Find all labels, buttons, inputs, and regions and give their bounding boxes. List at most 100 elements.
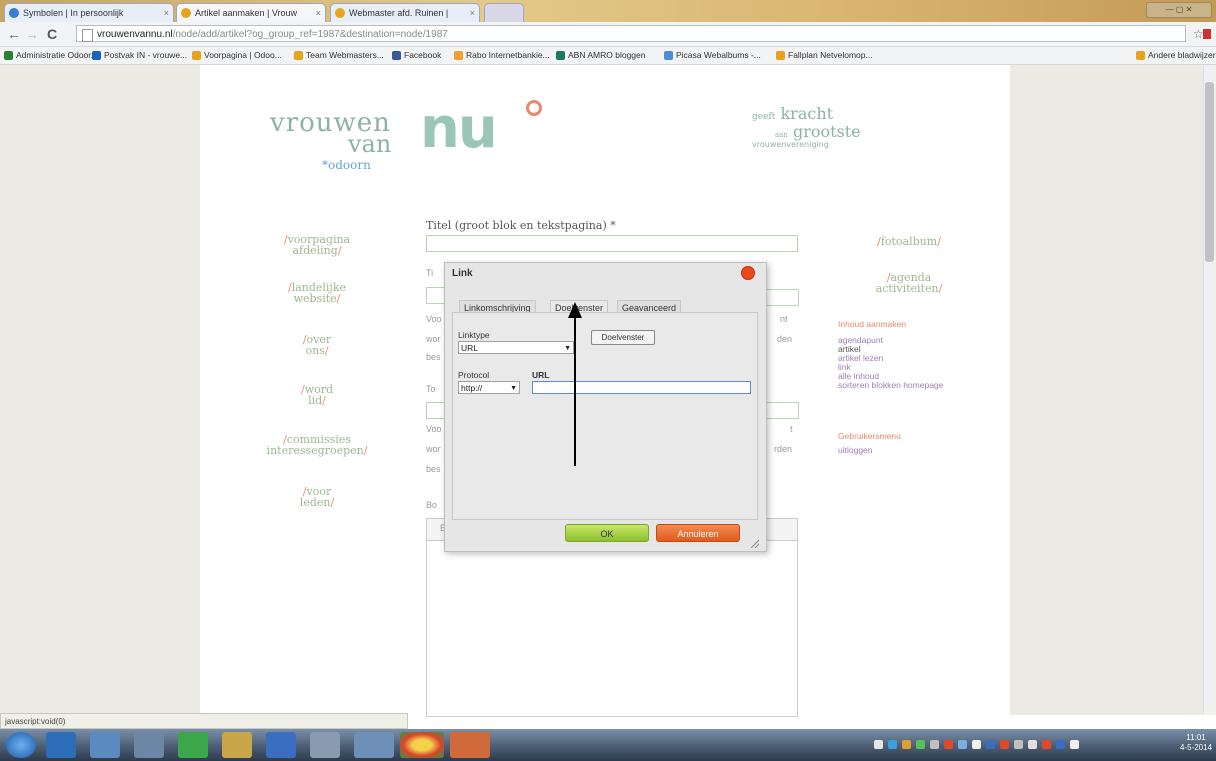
bookmark-item[interactable]: Team Webmasters...	[294, 49, 384, 62]
browser-toolbar: ← → C vrouwenvannu.nl/node/add/artikel?o…	[0, 22, 1216, 47]
start-button[interactable]	[6, 732, 36, 758]
bookmark-item[interactable]: Facebook	[392, 49, 441, 62]
address-bar[interactable]: vrouwenvannu.nl/node/add/artikel?og_grou…	[76, 25, 1186, 42]
tab-favicon-icon	[335, 8, 345, 18]
close-icon[interactable]: ×	[164, 4, 169, 22]
new-tab-button[interactable]	[484, 3, 524, 22]
title-input[interactable]	[426, 235, 798, 252]
help-text-fragment: t	[790, 424, 793, 434]
tray-icon[interactable]	[972, 740, 981, 749]
bookmark-item[interactable]: Fallplan Netvelomop...	[776, 49, 873, 62]
tray-icon[interactable]	[930, 740, 939, 749]
site-logo-nu[interactable]: nu	[420, 96, 498, 161]
nav-landelijke-website[interactable]: /landelijke website/	[262, 282, 372, 304]
taskbar-app-icon[interactable]	[134, 732, 164, 758]
tray-icon[interactable]	[944, 740, 953, 749]
help-text-fragment: Voo	[426, 314, 442, 324]
close-icon[interactable]: ×	[316, 4, 321, 22]
nav-fotoalbum[interactable]: /fotoalbum/	[854, 236, 964, 247]
tray-icon[interactable]	[1070, 740, 1079, 749]
page-icon	[82, 29, 93, 42]
tray-icon[interactable]	[874, 740, 883, 749]
nav-agenda[interactable]: /agenda activiteiten/	[846, 272, 972, 294]
site-location: *odoorn	[322, 158, 371, 172]
scrollbar-thumb[interactable]	[1205, 82, 1214, 262]
nav-voorpagina[interactable]: /voorpagina afdeling/	[262, 234, 372, 256]
tray-icon[interactable]	[1042, 740, 1051, 749]
taskbar-app-icon[interactable]	[450, 732, 490, 758]
tab-webmaster[interactable]: Webmaster afd. Ruinen | ×	[330, 3, 480, 22]
protocol-select[interactable]: http://▼	[458, 381, 520, 394]
forward-icon[interactable]: →	[24, 26, 40, 42]
menu-link-sorteren[interactable]: sorteren blokken homepage	[838, 381, 943, 390]
help-text-fragment: bes	[426, 464, 441, 474]
browse-server-button[interactable]: Doelvenster	[591, 330, 655, 345]
tray-icon[interactable]	[958, 740, 967, 749]
menu-title-inhoud: Inhoud aanmaken	[838, 319, 907, 329]
bookmark-item[interactable]: Administratie Odoor...	[4, 49, 98, 62]
help-text-fragment: nt	[780, 314, 788, 324]
close-icon[interactable]: ×	[470, 4, 475, 22]
taskbar-app-icon[interactable]	[46, 732, 76, 758]
tab-strip: Symbolen | In persoonlijk × Artikel aanm…	[0, 0, 1216, 22]
back-icon[interactable]: ←	[6, 26, 22, 42]
window-controls[interactable]: — ▢ ✕	[1146, 2, 1212, 18]
protocol-label: Protocol	[458, 370, 490, 380]
linktype-select[interactable]: URL ▼	[458, 341, 574, 354]
nav-voor-leden[interactable]: /voor leden/	[262, 486, 372, 508]
nav-commissies[interactable]: /commissies interessegroepen/	[232, 434, 402, 456]
slogan-grootste: aan grootste	[775, 122, 861, 141]
close-icon[interactable]	[741, 266, 755, 280]
taskbar-app-icon[interactable]	[310, 732, 340, 758]
spotify-icon[interactable]	[178, 732, 208, 758]
tab-favicon-icon	[9, 8, 19, 18]
help-text-fragment: den	[777, 334, 793, 344]
body-editor[interactable]	[426, 540, 798, 717]
url-label: URL	[532, 370, 550, 380]
bookmark-item[interactable]: Rabo Internetbankie...	[454, 49, 550, 62]
slogan-kracht: geeft kracht	[752, 104, 834, 123]
reload-icon[interactable]: C	[44, 26, 60, 42]
slogan-subtitle: vrouwenvereniging	[752, 140, 829, 149]
bookmark-item[interactable]: Voorpagina | Odoo...	[192, 49, 282, 62]
cancel-button[interactable]: Annuleren	[656, 524, 740, 542]
taskbar-app-icon[interactable]	[90, 732, 120, 758]
folder-icon[interactable]	[222, 732, 252, 758]
bookmark-item[interactable]: Postvak IN - vrouwe...	[92, 49, 187, 62]
tray-icon[interactable]	[1056, 740, 1065, 749]
title-field-label: Titel (groot blok en tekstpagina) *	[426, 219, 616, 232]
extension-icon[interactable]	[1203, 29, 1211, 39]
tab-symbolen[interactable]: Symbolen | In persoonlijk ×	[4, 3, 174, 22]
field-input-fragment[interactable]	[765, 402, 799, 419]
tray-icon[interactable]	[888, 740, 897, 749]
url-input[interactable]	[532, 381, 751, 394]
other-bookmarks[interactable]: Andere bladwijzers	[1136, 49, 1216, 62]
field-input-fragment[interactable]	[765, 289, 799, 306]
resize-grip-icon[interactable]	[749, 538, 759, 548]
tray-icon[interactable]	[986, 740, 995, 749]
nav-over-ons[interactable]: /over ons/	[262, 334, 372, 356]
tab-artikel-aanmaken[interactable]: Artikel aanmaken | Vrouw ×	[176, 3, 326, 22]
windows-taskbar	[0, 729, 1216, 761]
help-text-fragment: bes	[426, 352, 441, 362]
tray-icon[interactable]	[1000, 740, 1009, 749]
bookmark-item[interactable]: ABN AMRO bloggen	[556, 49, 645, 62]
field-label-fragment: To	[426, 384, 436, 394]
taskbar-app-icon[interactable]	[354, 732, 394, 758]
tray-icon[interactable]	[916, 740, 925, 749]
tray-icon[interactable]	[902, 740, 911, 749]
bookmark-item[interactable]: Picasa Webalbums -...	[664, 49, 761, 62]
menu-link-uitloggen[interactable]: uitloggen	[838, 446, 873, 455]
ok-button[interactable]: OK	[565, 524, 649, 542]
taskbar-app-icon[interactable]	[266, 732, 296, 758]
chrome-icon[interactable]	[400, 732, 444, 758]
site-logo-van: van	[348, 130, 392, 158]
field-input-fragment[interactable]	[426, 287, 446, 304]
tray-icon[interactable]	[1014, 740, 1023, 749]
nav-word-lid[interactable]: /word lid/	[262, 384, 372, 406]
tray-icon[interactable]	[1028, 740, 1037, 749]
annotation-arrow-icon	[568, 302, 582, 466]
taskbar-clock[interactable]: 11:01 4-5-2014	[1180, 733, 1212, 753]
field-input-fragment[interactable]	[426, 402, 446, 419]
menu-title-gebruikers: Gebruikersmenu	[838, 431, 901, 441]
